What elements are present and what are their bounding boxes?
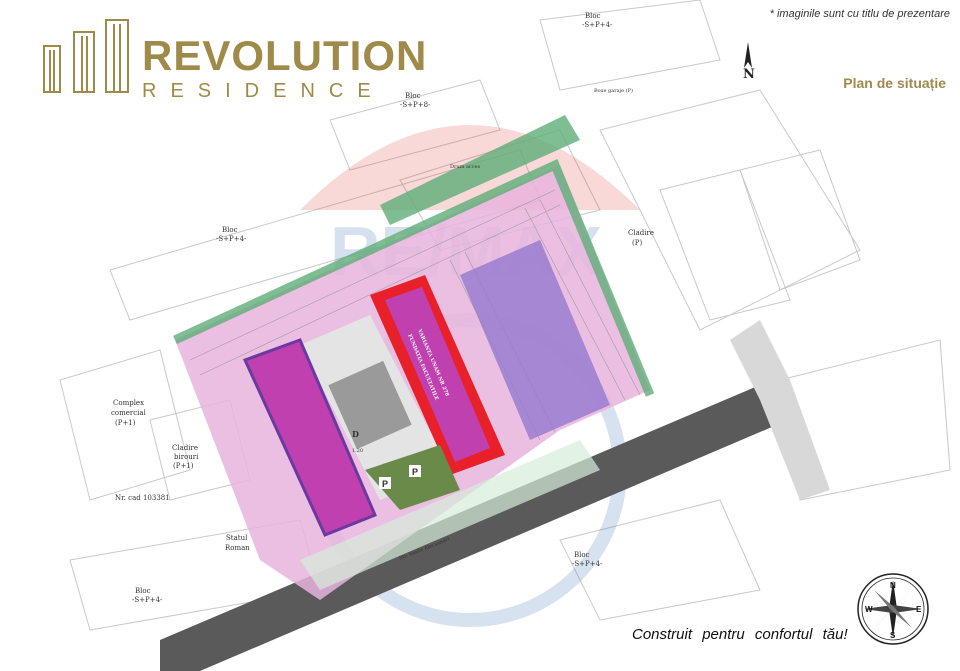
label-statul-2: Roman [225,544,250,552]
compass-n: N [890,581,896,590]
parking-label-2: P [412,467,418,477]
slogan: Construit pentru confortul tău! [632,626,848,643]
label-complex-3: (P+1) [115,419,136,427]
label-cladire-birouri-2: birouri [174,453,199,461]
compass-icon: N S E W [857,573,929,645]
label-bloc-top-floors: -S+P+4- [582,21,613,29]
label-bloc-bottom-right-floors: -S+P+4- [572,560,603,568]
label-bloc-bottom-left: Bloc [135,587,151,595]
compass-e: E [916,605,922,614]
label-cladire-birouri-3: (P+1) [173,462,194,470]
map-labels: Bloc -S+P+4- Bloc -S+P+8- Bloc -S+P+4- C… [111,12,654,604]
label-cladire-birouri: Cladire [172,444,198,452]
label-drum-acces: Drum acces [450,164,480,170]
label-bloc-left-floors: -S+P+4- [216,235,247,243]
label-marker-d: D [352,429,359,439]
label-bloc-mid: Bloc [405,92,421,100]
label-complex-2: comercial [111,409,147,417]
parking-label-1: P [382,479,388,489]
label-bloc-left: Bloc [222,226,238,234]
label-m120: 1.20 [352,448,363,454]
compass-w: W [865,605,873,614]
label-nr-cad: Nr. cad 103381 [115,494,170,502]
label-boxe-garaje: Boxe garaje (P) [594,87,633,94]
label-bloc-mid-floors: -S+P+8- [400,101,431,109]
label-cladire-p: Cladire [628,229,654,237]
label-street: Str. Vasile Alecsandri [399,536,452,562]
label-bloc-top: Bloc [585,12,601,20]
label-bloc-bottom-left-floors: -S+P+4- [132,596,163,604]
label-bloc-bottom-right: Bloc [574,551,590,559]
label-complex: Complex [113,399,144,407]
compass-s: S [890,631,896,640]
label-cladire-p-2: (P) [632,239,642,247]
label-statul: Statul [226,534,248,542]
